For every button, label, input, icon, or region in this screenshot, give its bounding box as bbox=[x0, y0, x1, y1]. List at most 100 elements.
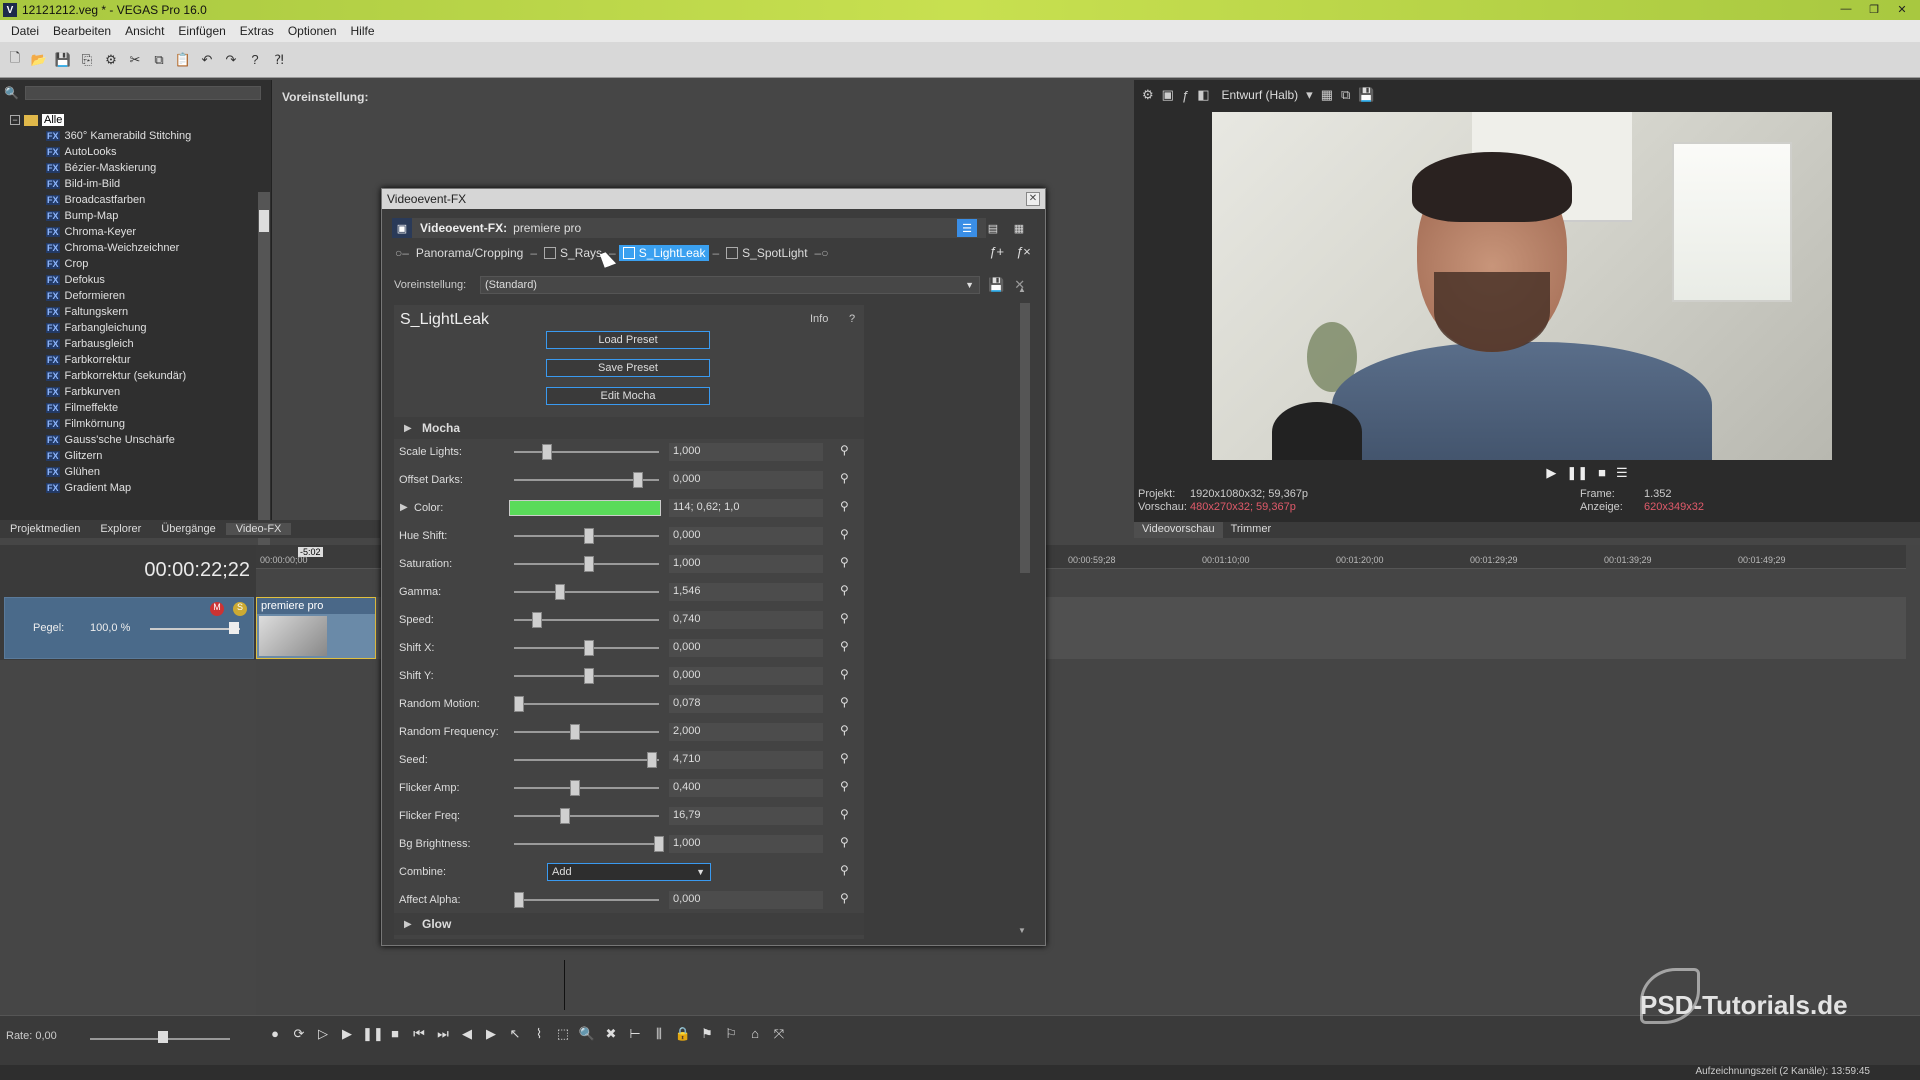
menu-datei[interactable]: Datei bbox=[4, 24, 46, 38]
fx-list-item[interactable]: FX Bild-im-Bild bbox=[10, 176, 258, 192]
normal-edit-tool-icon[interactable]: ↖ bbox=[506, 1026, 524, 1042]
param-value[interactable]: 0,078 bbox=[669, 695, 823, 713]
param-slider-knob[interactable] bbox=[532, 612, 543, 628]
fx-list-item[interactable]: FX Crop bbox=[10, 256, 258, 272]
param-value[interactable]: 1,000 bbox=[669, 555, 823, 573]
delete-icon[interactable]: ✖ bbox=[602, 1026, 620, 1042]
tab-uebergaenge[interactable]: Übergänge bbox=[151, 523, 225, 535]
preset-select[interactable]: (Standard) ▼ bbox=[480, 276, 980, 294]
save-preset-icon[interactable]: 💾 bbox=[988, 277, 1004, 293]
glow-section[interactable]: ▶ Glow bbox=[394, 913, 864, 935]
save-icon[interactable]: 💾 bbox=[54, 51, 72, 69]
menu-einfuegen[interactable]: Einfügen bbox=[171, 24, 232, 38]
param-value[interactable]: 0,000 bbox=[669, 667, 823, 685]
split-screen-icon[interactable]: ◧ bbox=[1197, 87, 1209, 103]
keyframe-animate-icon[interactable]: ⚲ bbox=[840, 667, 849, 681]
fx-tree-root[interactable]: − Alle bbox=[10, 112, 258, 128]
marker-icon[interactable]: ⚑ bbox=[698, 1026, 716, 1042]
play-icon[interactable]: ▶ bbox=[1546, 465, 1556, 485]
param-slider-knob[interactable] bbox=[647, 752, 657, 768]
param-slider-track[interactable] bbox=[514, 815, 659, 817]
dialog-scrollbar[interactable]: ▲ ▼ bbox=[1018, 285, 1032, 939]
fx-list-item[interactable]: FX Gradient Map bbox=[10, 480, 258, 496]
bypass-checkbox[interactable] bbox=[726, 247, 739, 259]
render-icon[interactable]: ⎘ bbox=[78, 51, 96, 69]
remove-fx-icon[interactable]: ƒ× bbox=[1016, 244, 1031, 259]
minimize-icon[interactable]: — bbox=[1834, 1, 1858, 17]
scroll-down-icon[interactable]: ▼ bbox=[1018, 926, 1026, 935]
param-slider-track[interactable] bbox=[514, 703, 659, 705]
param-slider-knob[interactable] bbox=[584, 528, 594, 544]
keyframe-animate-icon[interactable]: ⚲ bbox=[840, 499, 849, 513]
chain-plugin-panorama[interactable]: Panorama/Cropping bbox=[412, 245, 527, 261]
fx-list-item[interactable]: FX Filmeffekte bbox=[10, 400, 258, 416]
save-preset-button[interactable]: Save Preset bbox=[546, 359, 710, 377]
info-button[interactable]: Info bbox=[810, 313, 828, 325]
fx-list-item[interactable]: FX Farbkorrektur bbox=[10, 352, 258, 368]
param-slider-knob[interactable] bbox=[514, 892, 524, 908]
redo-icon[interactable]: ↷ bbox=[222, 51, 240, 69]
scroll-thumb[interactable] bbox=[259, 210, 269, 232]
loop-icon[interactable]: ⟳ bbox=[290, 1026, 308, 1042]
settings-gear-icon[interactable]: ⚙ bbox=[102, 51, 120, 69]
keyframe-animate-icon[interactable]: ⚲ bbox=[840, 443, 849, 457]
envelope-tool-icon[interactable]: ⌇ bbox=[530, 1026, 548, 1042]
tab-trimmer[interactable]: Trimmer bbox=[1223, 522, 1280, 538]
param-value[interactable]: 4,710 bbox=[669, 751, 823, 769]
maximize-icon[interactable]: ❐ bbox=[1862, 1, 1886, 17]
auto-ripple-icon[interactable]: ⤧ bbox=[770, 1026, 788, 1042]
mocha-section[interactable]: ▶ Mocha bbox=[394, 417, 864, 439]
fx-list-item[interactable]: FX Chroma-Weichzeichner bbox=[10, 240, 258, 256]
chevron-down-icon[interactable]: ▾ bbox=[1306, 87, 1313, 103]
list-view-icon[interactable]: ☰ bbox=[957, 219, 977, 237]
keyframe-animate-icon[interactable]: ⚲ bbox=[840, 835, 849, 849]
bypass-checkbox[interactable] bbox=[544, 247, 557, 259]
param-value[interactable]: 0,000 bbox=[669, 639, 823, 657]
region-icon[interactable]: ⚐ bbox=[722, 1026, 740, 1042]
keyframe-animate-icon[interactable]: ⚲ bbox=[840, 471, 849, 485]
combine-select[interactable]: Add ▼ bbox=[547, 863, 711, 881]
param-value[interactable]: 1,546 bbox=[669, 583, 823, 601]
keyframe-animate-icon[interactable]: ⚲ bbox=[840, 891, 849, 905]
param-slider-knob[interactable] bbox=[570, 724, 580, 740]
param-slider-track[interactable] bbox=[514, 759, 659, 761]
stop-icon[interactable]: ■ bbox=[386, 1026, 404, 1042]
video-clip[interactable]: premiere pro bbox=[256, 597, 376, 659]
param-slider-track[interactable] bbox=[514, 451, 659, 453]
scroll-up-icon[interactable]: ▲ bbox=[1018, 285, 1026, 294]
playhead[interactable] bbox=[564, 960, 565, 1010]
play-from-start-icon[interactable]: ▷ bbox=[314, 1026, 332, 1042]
expand-arrow-icon[interactable]: ▶ bbox=[400, 502, 408, 513]
help-icon[interactable]: ? bbox=[246, 51, 264, 69]
mute-icon[interactable]: M bbox=[210, 602, 224, 616]
trim-icon[interactable]: ⊢ bbox=[626, 1026, 644, 1042]
fx-list-item[interactable]: FX AutoLooks bbox=[10, 144, 258, 160]
gear-icon[interactable]: ⚙ bbox=[1142, 87, 1154, 103]
fx-list-item[interactable]: FX Filmkörnung bbox=[10, 416, 258, 432]
fx-list-item[interactable]: FX Farbausgleich bbox=[10, 336, 258, 352]
preview-quality-select[interactable]: Entwurf (Halb) bbox=[1221, 88, 1298, 102]
fx-list-item[interactable]: FX Faltungskern bbox=[10, 304, 258, 320]
open-folder-icon[interactable]: 📂 bbox=[30, 51, 48, 69]
menu-bearbeiten[interactable]: Bearbeiten bbox=[46, 24, 118, 38]
external-monitor-icon[interactable]: ▣ bbox=[1162, 87, 1174, 103]
play-icon[interactable]: ▶ bbox=[338, 1026, 356, 1042]
fx-list-item[interactable]: FX Broadcastfarben bbox=[10, 192, 258, 208]
fx-list-item[interactable]: FX Farbangleichung bbox=[10, 320, 258, 336]
solo-icon[interactable]: S bbox=[233, 602, 247, 616]
param-slider-knob[interactable] bbox=[514, 696, 524, 712]
param-slider-track[interactable] bbox=[514, 731, 659, 733]
zoom-tool-icon[interactable]: 🔍 bbox=[578, 1026, 596, 1042]
expand-arrow-icon[interactable]: ▶ bbox=[404, 423, 412, 434]
param-slider-knob[interactable] bbox=[584, 640, 594, 656]
param-slider-track[interactable] bbox=[514, 843, 659, 845]
copy-icon[interactable]: ⧉ bbox=[150, 51, 168, 69]
keyframe-animate-icon[interactable]: ⚲ bbox=[840, 555, 849, 569]
fx-list-item[interactable]: FX Glühen bbox=[10, 464, 258, 480]
edit-mocha-button[interactable]: Edit Mocha bbox=[546, 387, 710, 405]
grid-icon[interactable]: ▦ bbox=[1321, 87, 1333, 103]
pause-icon[interactable]: ❚❚ bbox=[362, 1026, 384, 1042]
go-to-end-icon[interactable]: ⏭ bbox=[434, 1026, 452, 1042]
keyframe-animate-icon[interactable]: ⚲ bbox=[840, 639, 849, 653]
split-icon[interactable]: ⫼ bbox=[650, 1026, 668, 1042]
